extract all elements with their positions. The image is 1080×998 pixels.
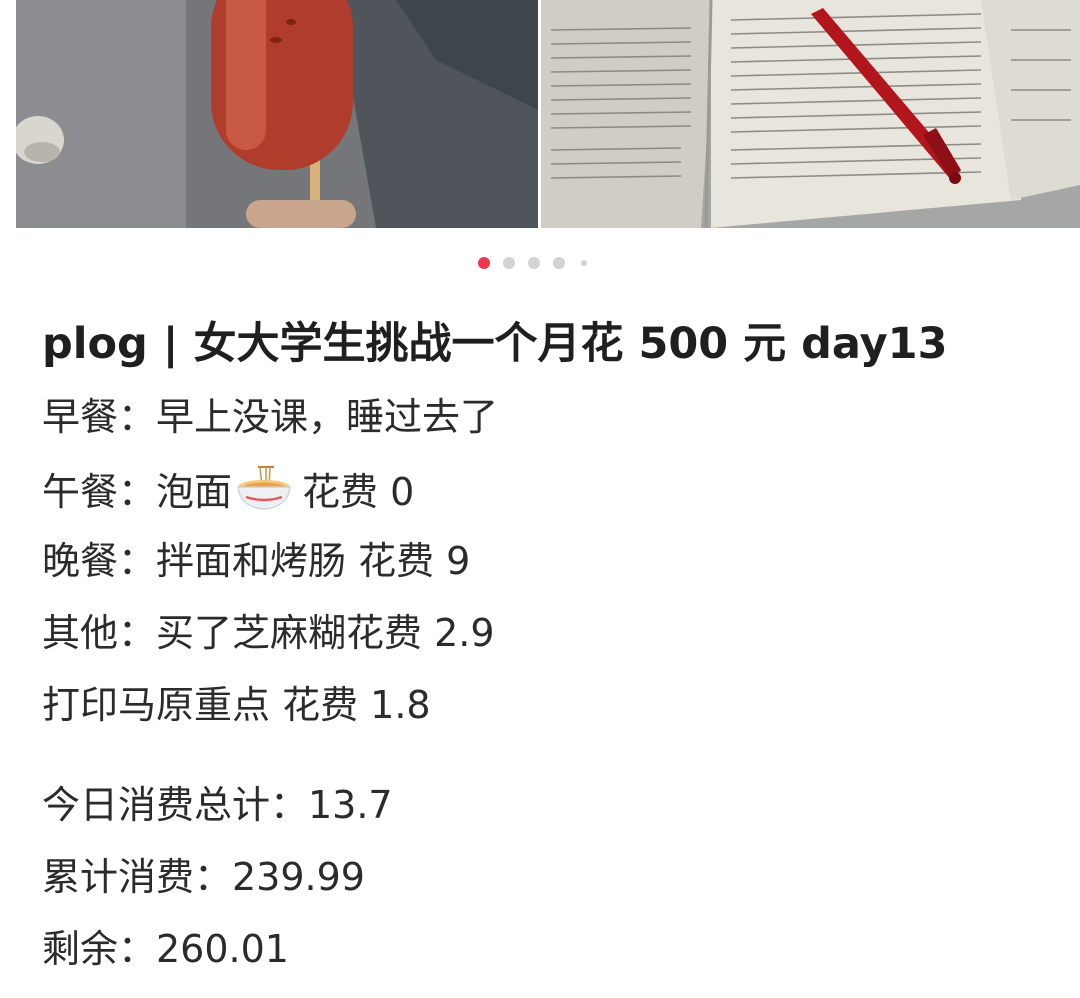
photo-sausage[interactable]: [16, 0, 538, 228]
lunch-cost: 花费 0: [302, 470, 415, 514]
summary-remaining: 剩余：260.01: [42, 927, 289, 971]
summary-cumulative: 累计消费：239.99: [42, 855, 365, 899]
pager-dot[interactable]: [553, 257, 565, 269]
post-line-lunch: 午餐：泡面 花费 0: [42, 465, 414, 516]
post-line-dinner: 晚餐：拌面和烤肠 花费 9: [42, 539, 471, 583]
lunch-label: 午餐：泡面: [42, 470, 233, 514]
carousel-pager[interactable]: [478, 257, 587, 269]
photo-book-and-pen[interactable]: [541, 0, 1080, 228]
image-carousel[interactable]: [16, 0, 1080, 228]
pager-dot-active[interactable]: [478, 257, 490, 269]
noodle-bowl-icon: [236, 465, 292, 511]
post-line-other: 其他：买了芝麻糊花费 2.9: [42, 611, 495, 655]
post-title: plog | 女大学生挑战一个月花 500 元 day13: [42, 319, 948, 369]
book-photo-art: [541, 0, 1080, 228]
sausage-photo-art: [16, 0, 538, 228]
post-line-printing: 打印马原重点 花费 1.8: [42, 683, 431, 727]
pager-dot-overflow[interactable]: [581, 260, 587, 266]
summary-today-total: 今日消费总计：13.7: [42, 783, 393, 827]
pager-dot[interactable]: [528, 257, 540, 269]
post-line-breakfast: 早餐：早上没课，睡过去了: [42, 395, 499, 439]
pager-dot[interactable]: [503, 257, 515, 269]
